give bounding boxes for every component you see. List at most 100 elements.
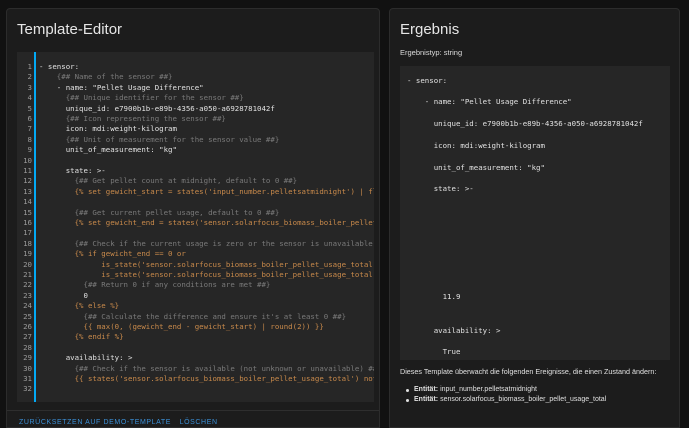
- line-number: 7: [27, 124, 32, 134]
- entity-id: input_number.pelletsatmidnight: [440, 386, 537, 393]
- code-text: unit_of_measurement: "kg": [39, 145, 177, 155]
- code-line: 30 {## Check if the sensor is available …: [17, 364, 374, 374]
- line-number: 2: [27, 72, 32, 82]
- result-line: 11.9: [407, 292, 461, 301]
- code-line: 23 0: [17, 291, 374, 301]
- template-code-editor[interactable]: 1- sensor: 2 {## Name of the sensor ##} 3 …: [17, 52, 374, 402]
- line-number: 10: [23, 155, 32, 165]
- code-text: {## Get pellet count at midnight, defaul…: [39, 176, 298, 186]
- code-text: {## Check if the sensor is available (no…: [39, 363, 374, 373]
- code-text: {## Return 0 if any conditions are met #…: [39, 280, 271, 290]
- line-number: 5: [27, 103, 32, 113]
- entity-label: Entität:: [414, 396, 439, 403]
- line-number: 14: [23, 197, 32, 207]
- code-line: 2 {## Name of the sensor ##}: [17, 72, 374, 82]
- code-line: 7 icon: mdi:weight-kilogram: [17, 124, 374, 134]
- result-card: Ergebnis Ergebnistyp: string - sensor: -…: [389, 8, 680, 428]
- result-line: unit_of_measurement: "kg": [407, 163, 545, 172]
- code-line: 19 {% if gewicht_end == 0 or: [17, 249, 374, 259]
- editor-actions: ZURÜCKSETZEN AUF DEMO-TEMPLATE LÖSCHEN: [19, 419, 224, 426]
- code-line: 13 {% set gewicht_start = states('input_…: [17, 187, 374, 197]
- code-line: 28: [17, 343, 374, 353]
- code-text: is_state('sensor.solarfocus_biomass_boil…: [101, 270, 374, 279]
- entity-id: sensor.solarfocus_biomass_boiler_pellet_…: [440, 396, 607, 403]
- code-line: 10: [17, 156, 374, 166]
- line-number: 16: [23, 218, 32, 227]
- code-line: 31 {{ states('sensor.solarfocus_biomass_…: [17, 374, 374, 384]
- code-text: {{ max(0, (gewicht_end - gewicht_start) …: [39, 322, 324, 331]
- code-line: 6 {## Icon representing the sensor ##}: [17, 114, 374, 124]
- result-line: True: [407, 347, 461, 356]
- entity-label: Entität:: [414, 386, 439, 393]
- line-number: 13: [23, 186, 32, 196]
- code-line: 20 is_state('sensor.solarfocus_biomass_b…: [17, 260, 374, 270]
- line-number: 3: [27, 82, 32, 92]
- line-number: 12: [23, 176, 32, 186]
- code-text: {## Unit of measurement for the sensor v…: [39, 134, 280, 144]
- reset-demo-template-button[interactable]: ZURÜCKSETZEN AUF DEMO-TEMPLATE: [19, 419, 171, 426]
- code-line: 9 unit_of_measurement: "kg": [17, 145, 374, 155]
- code-line: 32: [17, 384, 374, 394]
- line-number: 23: [23, 290, 32, 300]
- code-text: 0: [39, 290, 88, 300]
- line-number: 22: [23, 280, 32, 290]
- line-number: 6: [27, 114, 32, 123]
- result-line: state: >-: [407, 184, 474, 193]
- line-number: 27: [23, 332, 32, 342]
- code-line: 1 - sensor:: [17, 62, 374, 72]
- code-text: {% endif %}: [39, 332, 124, 342]
- code-text: icon: mdi:weight-kilogram: [39, 124, 177, 134]
- clear-button[interactable]: LÖSCHEN: [180, 419, 218, 426]
- line-number: 32: [23, 384, 32, 394]
- code-line: 26 {{ max(0, (gewicht_end - gewicht_star…: [17, 322, 374, 332]
- editor-footer-divider: [7, 410, 379, 411]
- code-text: availability: >: [39, 353, 133, 363]
- entity-list: Entität: input_number.pelletsatmidnight …: [406, 385, 606, 405]
- code-text: {## Name of the sensor ##}: [39, 72, 173, 82]
- template-editor-card: Template-Editor 1- sensor: 2 {## Name of …: [6, 8, 380, 428]
- code-text: {## Icon representing the sensor ##}: [39, 114, 226, 123]
- code-line: 3 - name: "Pellet Usage Difference": [17, 83, 374, 93]
- line-number: 30: [23, 363, 32, 373]
- result-line: icon: mdi:weight-kilogram: [407, 141, 545, 150]
- result-line: - name: "Pellet Usage Difference": [407, 97, 572, 106]
- line-number: 15: [23, 207, 32, 217]
- result-title: Ergebnis: [400, 21, 460, 38]
- code-text: - sensor:: [39, 62, 80, 71]
- line-number: 17: [23, 228, 32, 238]
- code-line: 16 {% set gewicht_end = states('sensor.s…: [17, 218, 374, 228]
- code-text: {## Calculate the difference and ensure …: [39, 311, 347, 321]
- line-number: 11: [23, 166, 32, 175]
- result-line: availability: >: [407, 326, 501, 335]
- code-text: {% set gewicht_end = states('sensor.sola…: [74, 218, 374, 227]
- code-line: 17: [17, 228, 374, 238]
- result-type-label: Ergebnistyp: string: [400, 48, 463, 57]
- line-number: 28: [23, 342, 32, 352]
- code-line: 5 unique_id: e7900b1b-e89b-4356-a050-a69…: [17, 104, 374, 114]
- line-number: 18: [23, 238, 32, 248]
- line-number: 19: [23, 249, 32, 259]
- code-line: 21 is_state('sensor.solarfocus_biomass_b…: [17, 270, 374, 280]
- line-number: 9: [27, 145, 32, 155]
- code-line: 24 {% else %}: [17, 301, 374, 311]
- code-text: {## Check if the current usage is zero o…: [39, 238, 374, 248]
- code-text: {## Get current pellet usage, default to…: [39, 207, 280, 217]
- line-number: 25: [23, 311, 32, 321]
- code-line: 15 {## Get current pellet usage, default…: [17, 208, 374, 218]
- code-text: {## Unique identifier for the sensor ##}: [39, 93, 244, 103]
- code-line: 25 {## Calculate the difference and ensu…: [17, 312, 374, 322]
- code-text: - name: "Pellet Usage Difference": [39, 82, 204, 92]
- list-item: Entität: input_number.pelletsatmidnight: [406, 385, 606, 395]
- code-text: {% else %}: [39, 301, 120, 311]
- line-number: 4: [27, 93, 32, 103]
- code-line: 12 {## Get pellet count at midnight, def…: [17, 176, 374, 186]
- code-line: 22 {## Return 0 if any conditions are me…: [17, 280, 374, 290]
- code-text: unique_id: e7900b1b-e89b-4356-a050-a6928…: [39, 103, 275, 113]
- line-number: 24: [23, 301, 32, 311]
- line-number: 26: [23, 322, 32, 331]
- line-number: 8: [27, 134, 32, 144]
- result-output: - sensor: - name: "Pellet Usage Differen…: [400, 66, 670, 360]
- code-line: 27 {% endif %}: [17, 332, 374, 342]
- result-line: - sensor:: [407, 76, 448, 85]
- code-line: 14: [17, 197, 374, 207]
